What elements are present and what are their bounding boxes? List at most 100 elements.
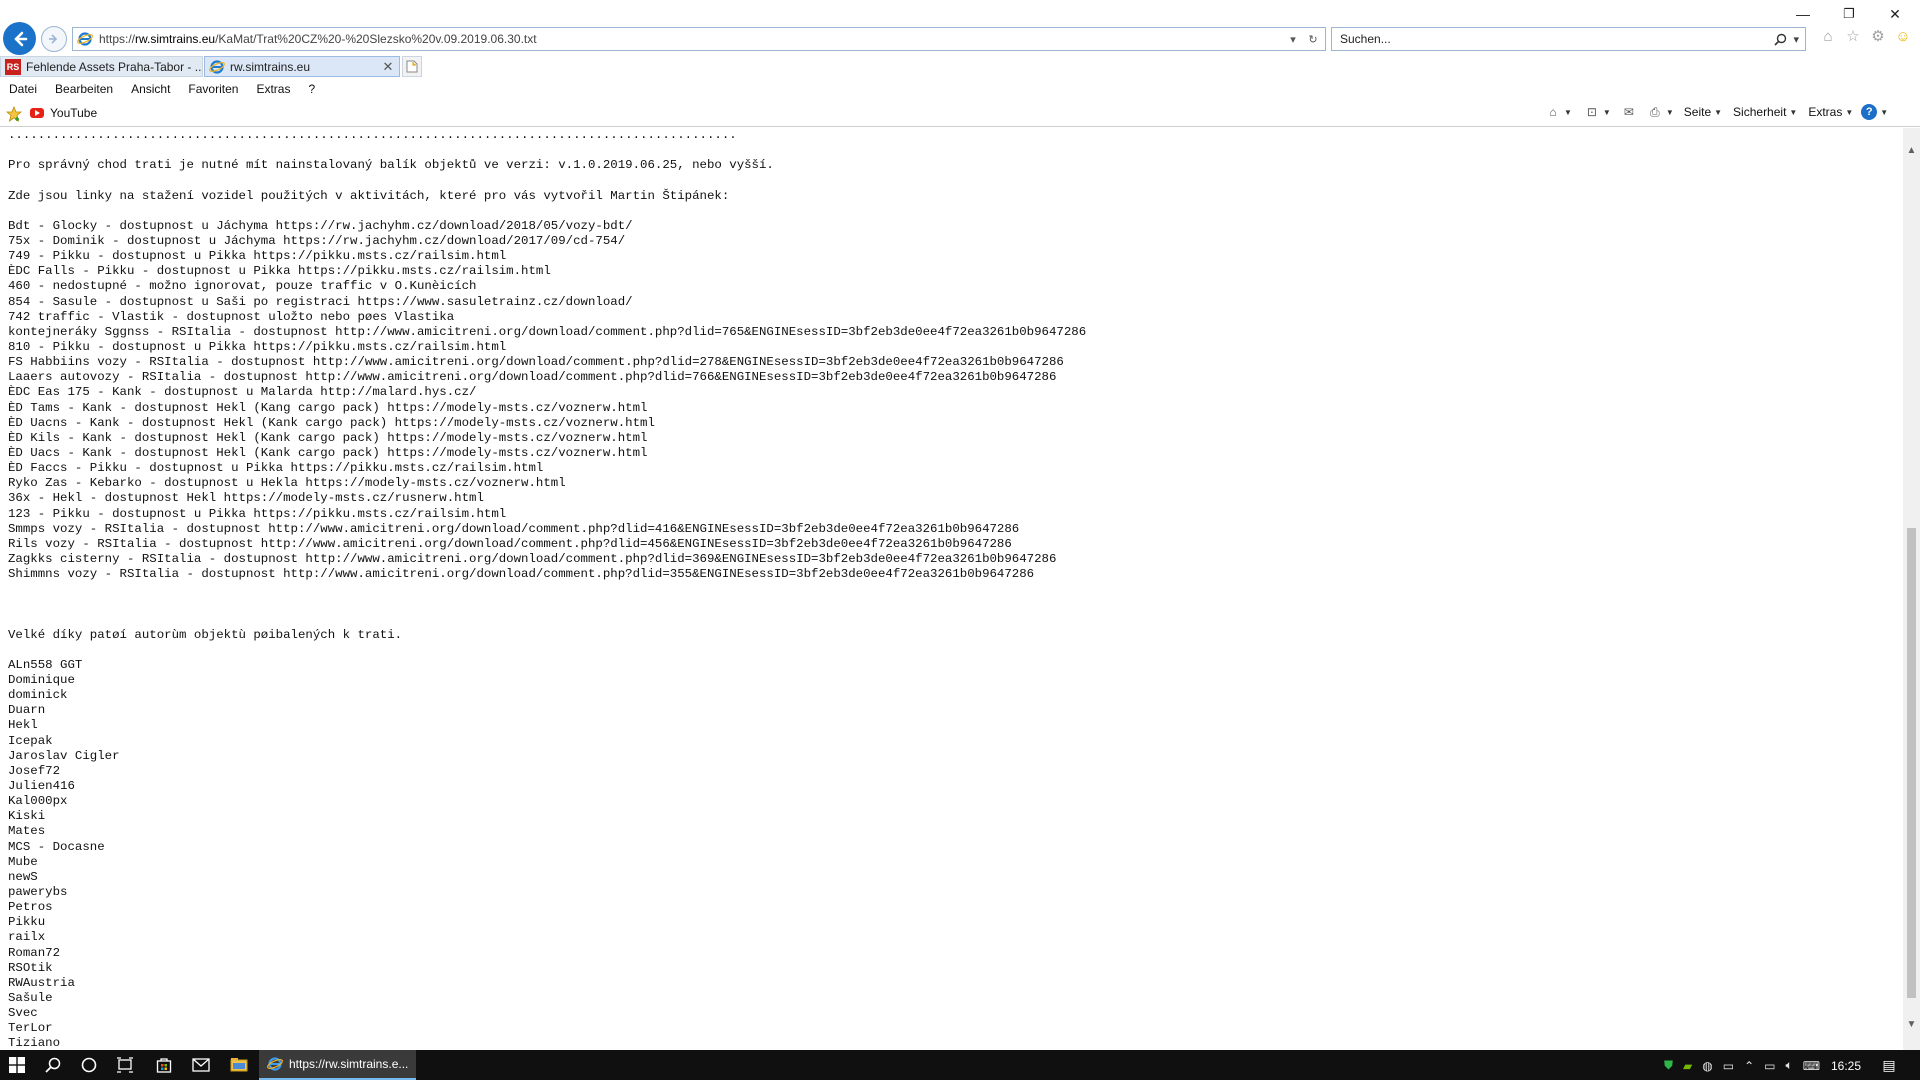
add-favorite-star-icon[interactable]: [6, 106, 22, 122]
document-line: [8, 613, 1903, 628]
tab-label: Fehlende Assets Praha-Tabor - ...: [26, 59, 202, 74]
store-icon[interactable]: [153, 1054, 175, 1076]
scrollbar-thumb[interactable]: [1907, 528, 1916, 998]
document-line: 749 - Pikku - dostupnost u Pikka https:/…: [8, 249, 507, 264]
gear-icon[interactable]: ⚙: [1870, 28, 1886, 45]
menu-item-help[interactable]: ?: [299, 82, 324, 96]
document-line: Ryko Zas - Kebarko - dostupnost u Hekla …: [8, 476, 566, 491]
document-line: ÈD Faccs - Pikku - dostupnost u Pikka ht…: [8, 461, 544, 476]
menu-item-datei[interactable]: Datei: [0, 82, 46, 96]
tab-simtrains[interactable]: rw.simtrains.eu ✕: [204, 56, 400, 77]
search-icon[interactable]: [1774, 33, 1787, 46]
windows-start-icon[interactable]: [6, 1054, 28, 1076]
document-line: kontejneráky Sggnss - RSItalia - dostupn…: [8, 324, 1087, 339]
document-line: ÈD Tams - Kank - dostupnost Hekl (Kang c…: [8, 400, 648, 415]
menu-item-ansicht[interactable]: Ansicht: [122, 82, 179, 96]
chevron-down-icon[interactable]: ▼: [1880, 108, 1888, 117]
steam-icon[interactable]: ◍: [1702, 1059, 1712, 1073]
document-line: ÈD Uacns - Kank - dostupnost Hekl (Kank …: [8, 415, 655, 430]
network-icon[interactable]: ▭: [1764, 1059, 1775, 1073]
chevron-down-icon[interactable]: ▼: [1564, 108, 1572, 117]
url-host: rw.simtrains.eu: [135, 32, 216, 46]
taskbar-app-label: https://rw.simtrains.e...: [289, 1057, 409, 1071]
document-line: ÈDC Falls - Pikku - dostupnost u Pikka h…: [8, 264, 551, 279]
document-line: Mates: [8, 824, 46, 839]
document-line: 75x - Dominik - dostupnost u Jáchyma htt…: [8, 233, 626, 248]
restore-button[interactable]: ❐: [1826, 0, 1872, 28]
page-menu[interactable]: Seite: [1684, 105, 1711, 119]
chevron-up-icon[interactable]: ⌃: [1744, 1059, 1754, 1073]
document-line: Kiski: [8, 809, 46, 824]
document-line: [8, 582, 1903, 597]
new-tab-button[interactable]: [402, 56, 422, 77]
document-line: Dominique: [8, 673, 75, 688]
task-view-icon[interactable]: [114, 1054, 136, 1076]
chevron-down-icon[interactable]: ▼: [1789, 108, 1797, 117]
search-icon[interactable]: [42, 1054, 64, 1076]
document-line: 742 traffic - Vlastik - dostupnost uložt…: [8, 309, 455, 324]
close-tab-icon[interactable]: ✕: [381, 59, 395, 75]
favorite-youtube-link[interactable]: YouTube: [30, 106, 97, 120]
scroll-down-icon[interactable]: ▼: [1903, 1016, 1920, 1033]
minimize-button[interactable]: —: [1780, 0, 1826, 28]
forward-button[interactable]: [41, 26, 67, 52]
toolbar-right-icons: ⌂ ☆ ⚙ ☺: [1820, 28, 1911, 46]
document-line: ÈD Kils - Kank - dostupnost Hekl (Kank c…: [8, 430, 648, 445]
close-window-button[interactable]: ✕: [1872, 0, 1918, 28]
document-line: ........................................…: [8, 128, 737, 142]
chevron-down-icon[interactable]: ▼: [1714, 108, 1722, 117]
document-line: dominick: [8, 688, 68, 703]
volume-icon[interactable]: 🔈︎: [1785, 1058, 1792, 1073]
scroll-up-icon[interactable]: ▲: [1903, 142, 1920, 159]
home-icon[interactable]: ⌂: [1820, 28, 1836, 45]
clock-time[interactable]: 16:25: [1831, 1059, 1861, 1073]
address-bar[interactable]: https://rw.simtrains.eu/KaMat/Trat%20CZ%…: [72, 27, 1326, 51]
menu-item-extras[interactable]: Extras: [247, 82, 299, 96]
document-line: Mube: [8, 854, 38, 869]
search-dropdown-icon[interactable]: ▾: [1793, 33, 1799, 46]
drive-icon[interactable]: ▭: [1723, 1059, 1734, 1073]
document-line: Svec: [8, 1006, 38, 1021]
system-tray: ⛊ ▰ ◍ ▭ ⌃ ▭ 🔈︎ ⌨: [1664, 1058, 1820, 1073]
menu-item-favoriten[interactable]: Favoriten: [179, 82, 247, 96]
cortana-icon[interactable]: [78, 1054, 100, 1076]
document-line: Zagkks cisterny - RSItalia - dostupnost …: [8, 551, 1057, 566]
document-line: Roman72: [8, 945, 61, 960]
chevron-down-icon[interactable]: ▼: [1845, 108, 1853, 117]
chevron-down-icon[interactable]: ▼: [1666, 108, 1674, 117]
refresh-icon[interactable]: ↻: [1305, 31, 1321, 47]
shield-icon[interactable]: ⛊: [1664, 1058, 1673, 1073]
nvidia-icon[interactable]: ▰: [1683, 1059, 1692, 1073]
mail-icon[interactable]: [190, 1054, 212, 1076]
search-input[interactable]: Suchen...: [1332, 32, 1774, 46]
help-icon[interactable]: ?: [1861, 104, 1878, 120]
rs-favicon-icon: RS: [5, 58, 21, 75]
document-line: [8, 143, 1903, 158]
mail-icon[interactable]: ✉: [1621, 104, 1637, 120]
address-dropdown-icon[interactable]: ▾: [1285, 31, 1301, 47]
extras-menu[interactable]: Extras: [1808, 105, 1842, 119]
back-button[interactable]: [3, 22, 36, 55]
print-icon[interactable]: ⎙: [1647, 104, 1663, 120]
document-line: Shimmns vozy - RSItalia - dostupnost htt…: [8, 567, 1035, 582]
tab-fehlende-assets[interactable]: RS Fehlende Assets Praha-Tabor - ...: [0, 56, 203, 77]
menu-item-bearbeiten[interactable]: Bearbeiten: [46, 82, 122, 96]
rss-feed-icon[interactable]: ⊡: [1584, 104, 1600, 120]
vertical-scrollbar[interactable]: ▲ ▼: [1903, 128, 1920, 1050]
document-viewport: ........................................…: [0, 128, 1903, 1050]
security-menu[interactable]: Sicherheit: [1733, 105, 1786, 119]
smiley-icon[interactable]: ☺: [1895, 28, 1911, 45]
search-box[interactable]: Suchen... ▾: [1331, 27, 1806, 51]
address-url[interactable]: https://rw.simtrains.eu/KaMat/Trat%20CZ%…: [99, 32, 1285, 46]
favorite-label: YouTube: [50, 106, 98, 120]
file-explorer-icon[interactable]: [228, 1054, 250, 1076]
keyboard-icon[interactable]: ⌨: [1803, 1059, 1820, 1073]
home-page-icon[interactable]: ⌂: [1545, 104, 1561, 120]
document-line: Duarn: [8, 703, 46, 718]
favorites-star-icon[interactable]: ☆: [1845, 28, 1861, 45]
notification-center-icon[interactable]: ▤: [1880, 1056, 1898, 1074]
document-line: Velké díky patøí autorùm objektù pøibale…: [8, 627, 403, 642]
chevron-down-icon[interactable]: ▼: [1603, 108, 1611, 117]
document-line: RSOtik: [8, 960, 53, 975]
taskbar-app-ie[interactable]: https://rw.simtrains.e...: [259, 1050, 416, 1080]
